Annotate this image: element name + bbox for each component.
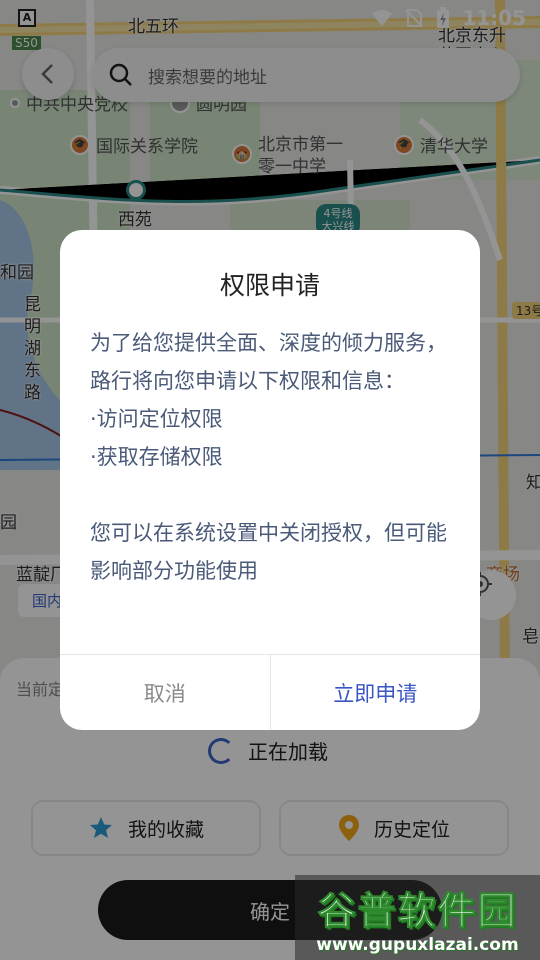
dialog-item-storage: ·获取存储权限 [90, 445, 223, 469]
site-watermark: 谷普软件园 www.gupuxlazai.com [295, 875, 540, 960]
watermark-url: www.gupuxlazai.com [316, 935, 519, 955]
dialog-title: 权限申请 [219, 271, 320, 300]
dialog-item-location: ·访问定位权限 [90, 407, 223, 431]
apply-now-button[interactable]: 立即申请 [271, 655, 481, 730]
dialog-actions: 取消 立即申请 [60, 654, 480, 730]
watermark-title: 谷普软件园 [317, 889, 518, 934]
dialog-note-text: 您可以在系统设置中关闭授权，但可能影响部分功能使用 [90, 521, 447, 583]
dialog-body: 为了给您提供全面、深度的倾力服务，路行将向您申请以下权限和信息： ·访问定位权限… [90, 324, 454, 590]
cancel-button[interactable]: 取消 [60, 655, 271, 730]
permission-dialog: 权限申请 为了给您提供全面、深度的倾力服务，路行将向您申请以下权限和信息： ·访… [60, 230, 480, 730]
dialog-intro-text: 为了给您提供全面、深度的倾力服务，路行将向您申请以下权限和信息： [90, 331, 447, 393]
